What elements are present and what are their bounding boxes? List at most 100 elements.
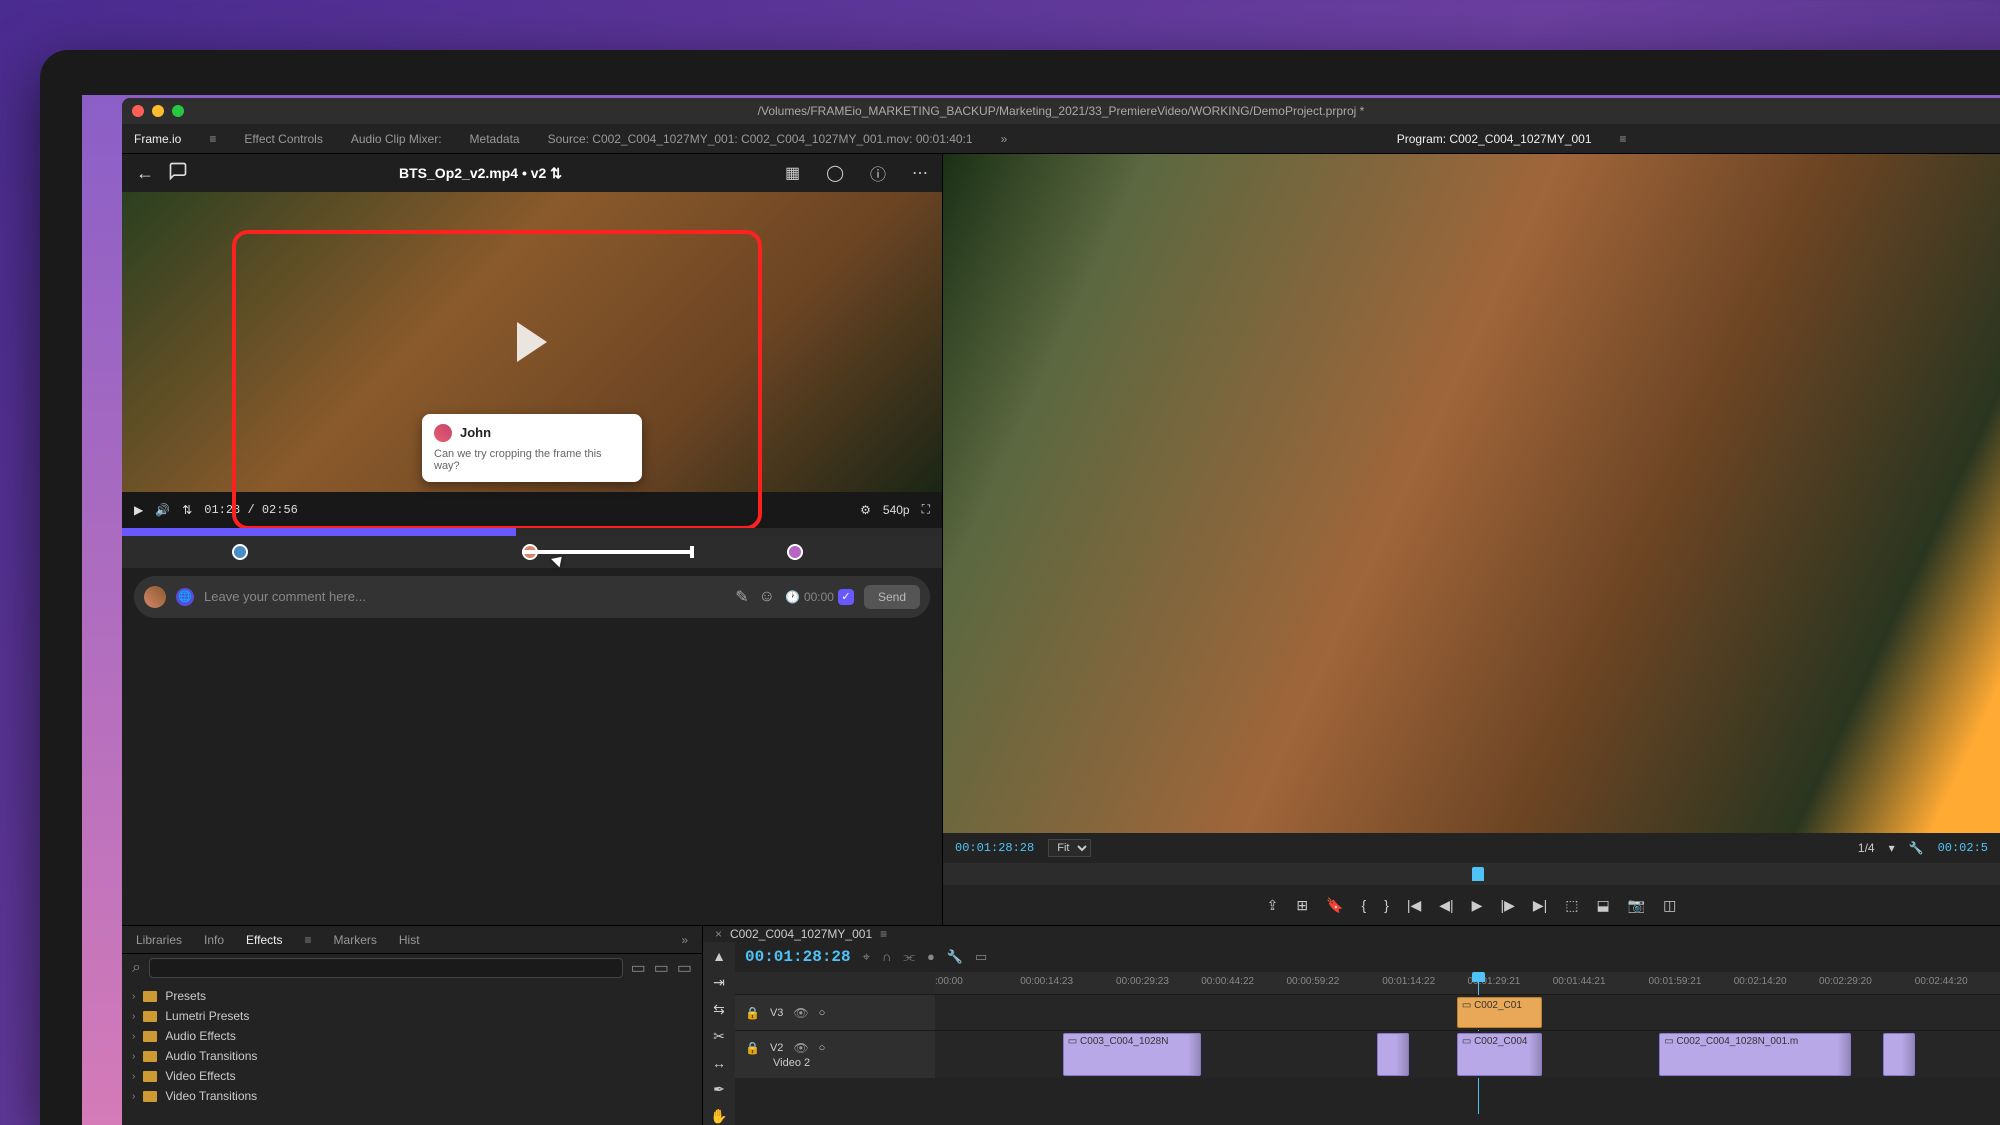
chevron-down-icon[interactable]: ▾ (1889, 841, 1895, 855)
timecode-check-icon[interactable]: ✓ (838, 589, 854, 605)
compare-icon[interactable]: ◫ (1663, 897, 1676, 914)
hand-tool-icon[interactable]: ✋ (710, 1108, 727, 1125)
tab-menu-icon[interactable]: ≡ (1620, 132, 1627, 146)
more-icon[interactable]: ⋯ (912, 163, 928, 183)
mark-in-icon[interactable]: { (1361, 897, 1366, 913)
play-icon[interactable]: ▶ (1472, 897, 1483, 914)
settings-icon[interactable]: 🔧 (947, 949, 963, 965)
tab-audio-clip-mixer[interactable]: Audio Clip Mixer: (351, 132, 442, 146)
export-frame-icon[interactable]: ⇪ (1267, 897, 1279, 914)
program-playhead[interactable] (1472, 867, 1484, 881)
tabs-overflow-icon[interactable]: » (681, 933, 688, 947)
comments-icon[interactable] (168, 161, 188, 186)
track-lane[interactable]: ▭ C002_C01 (935, 995, 2000, 1030)
track-select-tool-icon[interactable]: ⇥ (713, 974, 725, 991)
clip[interactable]: ▭ C002_C004 (1457, 1033, 1542, 1076)
sequence-name[interactable]: C002_C004_1027MY_001 (730, 927, 872, 941)
marker-add-icon[interactable]: ● (927, 949, 935, 965)
volume-icon[interactable]: 🔊 (155, 503, 170, 517)
clip[interactable]: ▭ C002_C01 (1457, 997, 1542, 1028)
frameio-viewer[interactable]: John Can we try cropping the frame this … (122, 192, 942, 492)
comment-markers-track[interactable] (122, 536, 942, 568)
send-button[interactable]: Send (864, 585, 920, 609)
slip-tool-icon[interactable]: ↔ (712, 1055, 726, 1071)
visibility-icon[interactable]: 🌐 (176, 588, 194, 606)
preset-bin-icon[interactable]: ▭ (654, 958, 669, 978)
preset-bin-icon[interactable]: ▭ (677, 958, 692, 978)
lift-icon[interactable]: ⬚ (1565, 897, 1578, 914)
step-forward-icon[interactable]: |▶ (1500, 897, 1514, 914)
extract-icon[interactable]: ⬓ (1597, 897, 1610, 914)
goto-in-icon[interactable]: |◀ (1407, 897, 1421, 914)
tab-menu-icon[interactable]: ≡ (209, 132, 216, 146)
tree-item[interactable]: ›Video Transitions (132, 1086, 692, 1106)
eye-icon[interactable]: 👁 (793, 1041, 808, 1055)
track-lane[interactable]: ▭ C003_C004_1028N ▭ C002_C004 ▭ C002_C00… (935, 1031, 2000, 1078)
marker-icon[interactable]: 🔖 (1326, 897, 1343, 914)
tab-history[interactable]: Hist (399, 933, 420, 947)
effects-search-input[interactable] (149, 958, 623, 978)
tab-metadata[interactable]: Metadata (470, 132, 520, 146)
comment-input[interactable]: Leave your comment here... (204, 589, 725, 604)
selection-tool-icon[interactable]: ▲ (712, 948, 726, 964)
program-timecode[interactable]: 00:01:28:28 (955, 841, 1034, 855)
tabs-overflow-icon[interactable]: » (1001, 132, 1008, 146)
maximize-window-icon[interactable] (172, 105, 184, 117)
magnet-icon[interactable]: ∩ (882, 949, 891, 965)
mark-out-icon[interactable]: } (1384, 897, 1389, 913)
grid-icon[interactable]: ▦ (785, 163, 800, 183)
snap-icon[interactable]: ⌖ (863, 949, 870, 965)
track-header[interactable]: 🔒 V3 👁 ○ (735, 995, 935, 1030)
linked-sel-icon[interactable]: ⫘ (903, 949, 915, 965)
zoom-fit-select[interactable]: Fit (1048, 839, 1091, 857)
track-header[interactable]: 🔒 V2 👁 ○ Video 2 (735, 1031, 935, 1078)
clip[interactable]: ▭ C003_C004_1028N (1063, 1033, 1201, 1076)
lock-icon[interactable]: 🔒 (745, 1006, 760, 1020)
clip[interactable]: ▭ C002_C004_1028N_001.m (1659, 1033, 1851, 1076)
program-out-timecode[interactable]: 00:02:5 (1938, 841, 1988, 855)
emoji-icon[interactable]: ☺ (759, 588, 775, 606)
timeline-ruler[interactable]: :00:00 00:00:14:23 00:00:29:23 00:00:44:… (935, 972, 2000, 994)
goto-out-icon[interactable]: ▶| (1533, 897, 1547, 914)
lock-icon[interactable]: 🔒 (745, 1041, 760, 1055)
range-selection-bar[interactable] (522, 550, 692, 554)
fullscreen-icon[interactable]: ⛶ (922, 502, 930, 517)
program-viewer[interactable] (943, 154, 2000, 833)
gear-icon[interactable]: ⚙ (860, 503, 871, 517)
frameio-clip-title[interactable]: BTS_Op2_v2.mp4 • v2 ⇅ (202, 165, 759, 182)
eye-icon[interactable]: 👁 (793, 1006, 808, 1020)
comment-marker[interactable] (232, 544, 248, 560)
timecode-attach[interactable]: 🕐 00:00 ✓ (785, 589, 854, 605)
tab-menu-icon[interactable]: ≡ (305, 933, 312, 947)
pen-tool-icon[interactable]: ✒ (713, 1081, 725, 1098)
play-overlay-icon[interactable] (517, 322, 547, 362)
clip[interactable] (1377, 1033, 1409, 1076)
play-icon[interactable]: ▶ (134, 503, 143, 517)
comment-marker[interactable] (787, 544, 803, 560)
program-scrubber[interactable] (943, 863, 2000, 885)
back-arrow-icon[interactable]: ← (136, 163, 154, 184)
frameio-scrubber[interactable] (122, 528, 942, 536)
tab-effects[interactable]: Effects (246, 933, 282, 947)
tree-item[interactable]: ›Presets (132, 986, 692, 1006)
timeline-timecode[interactable]: 00:01:28:28 (745, 948, 851, 966)
snapshot-icon[interactable]: 📷 (1628, 897, 1645, 914)
record-icon[interactable]: ◯ (826, 163, 844, 183)
cc-icon[interactable]: ▭ (975, 949, 987, 965)
wrench-icon[interactable]: 🔧 (1909, 841, 1924, 855)
traffic-lights[interactable] (132, 105, 184, 117)
draw-tool-icon[interactable]: ✎ (735, 587, 748, 607)
info-icon[interactable]: ⓘ (870, 161, 886, 185)
timecode-stepper-icon[interactable]: ⇅ (182, 503, 192, 517)
tree-item[interactable]: ›Audio Effects (132, 1026, 692, 1046)
tab-markers[interactable]: Markers (334, 933, 377, 947)
razor-tool-icon[interactable]: ✂ (713, 1028, 725, 1045)
tab-frameio[interactable]: Frame.io (134, 132, 181, 146)
ripple-tool-icon[interactable]: ⇆ (713, 1001, 725, 1018)
tab-libraries[interactable]: Libraries (136, 933, 182, 947)
minimize-window-icon[interactable] (152, 105, 164, 117)
quality-label[interactable]: 540p (883, 503, 910, 517)
step-back-icon[interactable]: ◀| (1439, 897, 1453, 914)
close-seq-icon[interactable]: × (715, 927, 722, 941)
tab-program[interactable]: Program: C002_C004_1027MY_001 (1397, 132, 1592, 146)
